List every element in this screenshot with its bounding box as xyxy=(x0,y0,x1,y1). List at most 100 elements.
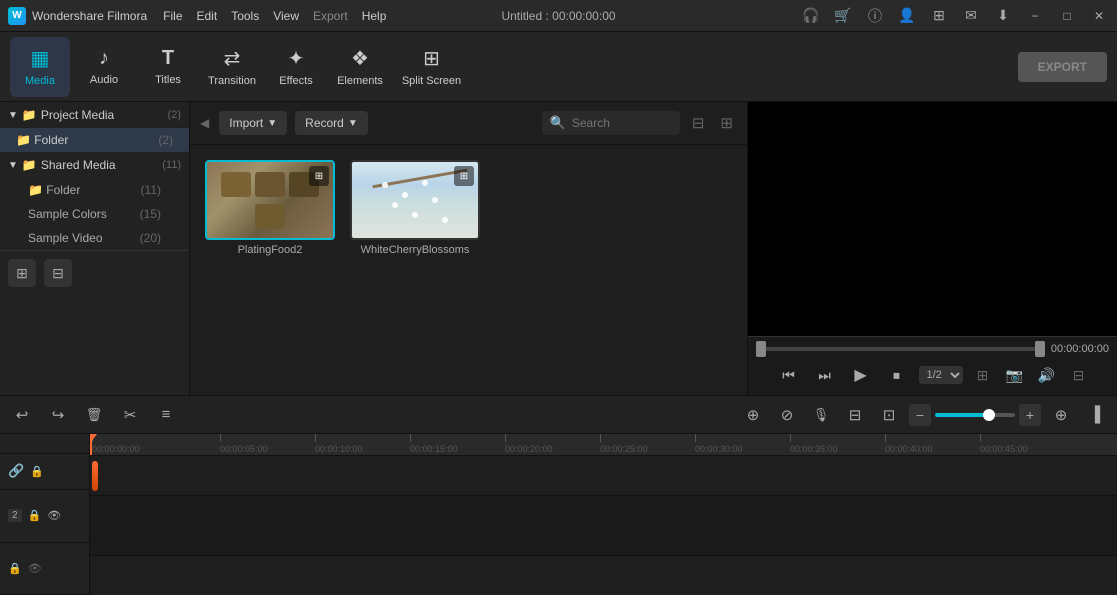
search-input[interactable] xyxy=(572,116,672,130)
toolbar-split-screen[interactable]: ⊞ Split Screen xyxy=(394,37,469,97)
download-icon[interactable]: ⬇ xyxy=(993,6,1013,26)
collapse-panel-button[interactable]: ◀ xyxy=(200,116,209,130)
menu-export[interactable]: Export xyxy=(313,9,348,23)
cart-icon[interactable]: 🛒 xyxy=(833,6,853,26)
toolbar-transition[interactable]: ⇄ Transition xyxy=(202,37,262,97)
timeline-in-point[interactable] xyxy=(756,341,766,357)
shared-folder-icon-2: 📁 xyxy=(28,183,43,197)
play-button[interactable]: ▶ xyxy=(847,361,875,389)
shared-media-label: Shared Media xyxy=(41,158,116,172)
settings-button[interactable]: ⊟ xyxy=(1067,363,1091,387)
timeline-scroll-area[interactable]: 00:00:00:00 00:00:05:00 00:00:10:00 00:0… xyxy=(90,434,1117,595)
cherry-dot-5 xyxy=(432,197,438,203)
track-label-4: 🔒 👁 xyxy=(0,543,89,595)
shield-button[interactable]: ⊘ xyxy=(773,401,801,429)
shared-media-section[interactable]: ▼ 📁 Shared Media (11) xyxy=(0,152,189,178)
adjust-button[interactable]: ≡ xyxy=(152,401,180,429)
menu-help[interactable]: Help xyxy=(362,9,387,23)
mail-icon[interactable]: ✉ xyxy=(961,6,981,26)
grid-view-icon[interactable]: ⊞ xyxy=(716,110,737,136)
delete-button[interactable]: 🗑 xyxy=(80,401,108,429)
timeline-out-point[interactable] xyxy=(1035,341,1045,357)
more-options-button[interactable]: ▐ xyxy=(1081,401,1109,429)
menu-file[interactable]: File xyxy=(163,9,182,23)
zoom-in-button[interactable]: + xyxy=(1019,404,1041,426)
sample-video-item[interactable]: Sample Video (20) xyxy=(0,226,189,250)
sample-colors-item[interactable]: Sample Colors (15) xyxy=(0,202,189,226)
video-clip-1[interactable] xyxy=(92,461,98,491)
ruler-mark-35: 00:00:35:00 xyxy=(790,434,838,454)
toolbar-titles[interactable]: T Titles xyxy=(138,37,198,97)
app-logo: W xyxy=(8,7,26,25)
undo-button[interactable]: ↩ xyxy=(8,401,36,429)
maximize-button[interactable]: □ xyxy=(1057,6,1077,26)
record-button[interactable]: Record ▼ xyxy=(295,111,368,135)
volume-button[interactable]: 🔊 xyxy=(1035,363,1059,387)
add-track-button[interactable]: ⊕ xyxy=(1047,401,1075,429)
track-snap-icon[interactable]: 🔗 xyxy=(8,463,24,479)
playhead-indicator xyxy=(90,434,97,442)
cherry-thumbnail[interactable]: ⊞ xyxy=(350,160,480,240)
filter-icon[interactable]: ⊟ xyxy=(688,110,709,136)
track-3-eye-icon[interactable]: 👁 xyxy=(28,562,42,575)
track-2-eye-icon[interactable]: 👁 xyxy=(47,509,61,522)
track-2-lock-icon[interactable]: 🔒 xyxy=(28,509,42,522)
export-button[interactable]: EXPORT xyxy=(1018,52,1107,82)
preview-time: 00:00:00:00 xyxy=(1051,343,1109,355)
cherry-video-badge: ⊞ xyxy=(454,166,474,186)
audio-record-button[interactable]: 🎙 xyxy=(807,401,835,429)
layout-icon[interactable]: ⊞ xyxy=(929,6,949,26)
food-thumbnail[interactable]: ⊞ xyxy=(205,160,335,240)
project-media-section[interactable]: ▼ 📁 Project Media (2) xyxy=(0,102,189,128)
user-icon[interactable]: 👤 xyxy=(897,6,917,26)
close-button[interactable]: ✕ xyxy=(1089,6,1109,26)
toolbar-media[interactable]: ▦ Media xyxy=(10,37,70,97)
cut-button[interactable]: ✂ xyxy=(116,401,144,429)
full-screen-button[interactable]: ⊞ xyxy=(971,363,995,387)
timeline-right-tools: ⊕ ⊘ 🎙 ⊟ ⊡ − + ⊕ ▐ xyxy=(739,401,1109,429)
stop-button[interactable]: ⏹ xyxy=(883,361,911,389)
main-content: ▼ 📁 Project Media (2) 📁 Folder (2) ▼ 📁 S… xyxy=(0,102,1117,395)
menu-view[interactable]: View xyxy=(273,9,299,23)
video-track-row xyxy=(90,456,1117,496)
track-3-lock-icon[interactable]: 🔒 xyxy=(8,562,22,575)
toolbar-elements[interactable]: ❖ Elements xyxy=(330,37,390,97)
frame-back-button[interactable]: ⏭ xyxy=(811,361,839,389)
titles-icon: T xyxy=(162,47,174,70)
folder-icon: 📁 xyxy=(22,108,37,122)
minimize-button[interactable]: − xyxy=(1025,6,1045,26)
timeline-toolbar: ↩ ↪ 🗑 ✂ ≡ ⊕ ⊘ 🎙 ⊟ ⊡ − + ⊕ ▐ xyxy=(0,396,1117,434)
media-item-food[interactable]: ⊞ PlatingFood2 xyxy=(205,160,335,380)
menu-edit[interactable]: Edit xyxy=(197,9,218,23)
zoom-out-button[interactable]: − xyxy=(909,404,931,426)
track-lock-icon[interactable]: 🔒 xyxy=(30,465,44,478)
panel-bottom: ⊞ ⊟ xyxy=(0,250,189,295)
subtitle-button[interactable]: ⊡ xyxy=(875,401,903,429)
headphone-icon[interactable]: 🎧 xyxy=(801,6,821,26)
info-icon[interactable]: ⓘ xyxy=(865,6,885,26)
toolbar-audio[interactable]: ♪ Audio xyxy=(74,37,134,97)
cherry-dot-4 xyxy=(392,202,398,208)
redo-button[interactable]: ↪ xyxy=(44,401,72,429)
media-label: Media xyxy=(25,75,55,87)
left-panel: ▼ 📁 Project Media (2) 📁 Folder (2) ▼ 📁 S… xyxy=(0,102,190,395)
new-folder-button[interactable]: ⊞ xyxy=(8,259,36,287)
import-button[interactable]: Import ▼ xyxy=(219,111,287,135)
toolbar-effects[interactable]: ✦ Effects xyxy=(266,37,326,97)
menu-tools[interactable]: Tools xyxy=(231,9,259,23)
ruler-mark-30: 00:00:30:00 xyxy=(695,434,743,454)
shared-folder-item[interactable]: 📁 Folder (11) xyxy=(0,178,189,202)
step-back-button[interactable]: ⏮ xyxy=(775,361,803,389)
film-button[interactable]: ⊟ xyxy=(841,401,869,429)
link-folder-button[interactable]: ⊟ xyxy=(44,259,72,287)
snapshot-button[interactable]: 📷 xyxy=(1003,363,1027,387)
split-screen-icon: ⊞ xyxy=(423,46,440,71)
project-folder-item[interactable]: 📁 Folder (2) xyxy=(0,128,189,152)
playhead[interactable] xyxy=(90,434,92,455)
effects-icon: ✦ xyxy=(288,46,305,71)
zoom-slider[interactable] xyxy=(935,413,1015,417)
media-item-cherry[interactable]: ⊞ WhiteCherryBlossoms xyxy=(350,160,480,380)
preview-progress-bar[interactable] xyxy=(756,347,1045,351)
playback-speed-select[interactable]: 1/2 1/4 1x xyxy=(919,366,963,384)
motion-track-button[interactable]: ⊕ xyxy=(739,401,767,429)
